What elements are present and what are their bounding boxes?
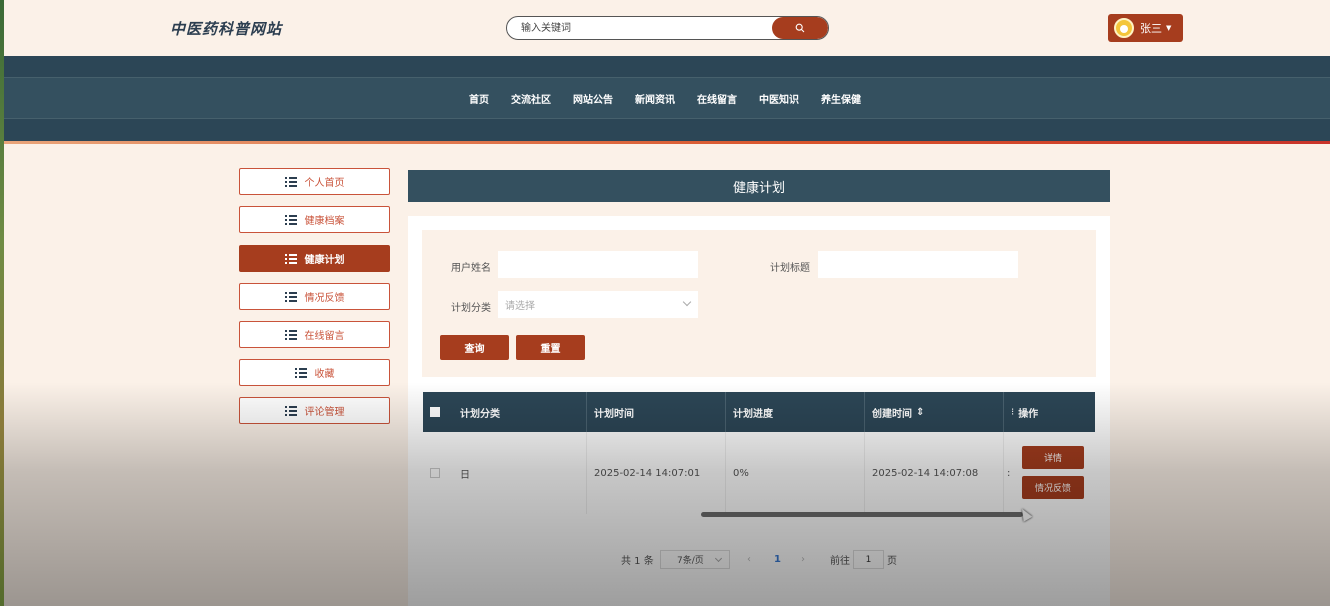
user-name-input[interactable] [498, 251, 698, 278]
row-select-cell [423, 432, 460, 514]
sidebar-item-favorites[interactable]: 收藏 [239, 359, 390, 386]
table-horizontal-scrollbar[interactable] [701, 512, 1023, 517]
table-header: 计划分类 计划时间 计划进度 创建时间 ⇕ ⁝ 操作 [423, 392, 1095, 432]
category-label: 计划分类 [451, 303, 491, 314]
page-title: 健康计划 [408, 170, 1110, 202]
list-icon [284, 406, 297, 416]
chevron-down-icon [714, 554, 723, 563]
sidebar-item-health-plan[interactable]: 健康计划 [239, 245, 390, 272]
page-size-select[interactable]: 7条/页 [660, 550, 730, 569]
plan-title-input[interactable] [818, 251, 1018, 278]
page-number-current[interactable]: 1 [774, 549, 781, 569]
site-logo[interactable]: 中医药科普网站 [170, 18, 282, 39]
search-input[interactable] [507, 17, 773, 39]
col-header-plan-time: 计划时间 [587, 392, 726, 432]
prev-page-button[interactable]: ‹ [747, 549, 751, 569]
nav-band: 首页 交流社区 网站公告 新闻资讯 在线留言 中医知识 养生保健 [0, 56, 1330, 142]
col-header-label: 计划分类 [460, 408, 500, 420]
sidebar-item-label: 在线留言 [304, 331, 345, 342]
column-resize-icon: ⁝ [1011, 406, 1015, 418]
plan-title-label: 计划标题 [770, 263, 810, 274]
cell-actions: : [1004, 432, 1095, 514]
cell-created: 2025-02-14 14:07:08 [865, 432, 1004, 514]
sidebar-item-label: 评论管理 [304, 407, 345, 418]
search-bar [506, 16, 829, 40]
next-page-button[interactable]: › [801, 549, 805, 569]
list-icon [284, 215, 297, 225]
row-checkbox[interactable] [430, 468, 440, 478]
search-button[interactable] [772, 17, 828, 39]
cell-progress: 0% [726, 432, 865, 514]
cell-plan-time: 2025-02-14 14:07:01 [587, 432, 726, 514]
sidebar-item-comments[interactable]: 评论管理 [239, 397, 390, 424]
left-edge-strip [0, 0, 4, 606]
user-name: 张三 [1140, 22, 1162, 35]
list-icon [294, 368, 307, 378]
nav-item-news[interactable]: 新闻资讯 [624, 91, 686, 106]
sidebar-item-health-records[interactable]: 健康档案 [239, 206, 390, 233]
avatar [1114, 18, 1134, 38]
nav-item-messages[interactable]: 在线留言 [686, 91, 748, 106]
pagination-total: 共 1 条 [621, 555, 654, 567]
nav-item-home[interactable]: 首页 [458, 91, 500, 106]
col-header-created[interactable]: 创建时间 ⇕ [865, 392, 1004, 432]
col-header-label: 创建时间 [872, 408, 912, 420]
category-select[interactable]: 请选择 [498, 291, 698, 318]
feedback-button[interactable]: 情况反馈 [1022, 476, 1084, 499]
nav-divider [0, 141, 1330, 144]
select-all-checkbox[interactable] [430, 407, 440, 417]
col-header-progress: 计划进度 [726, 392, 865, 432]
col-header-label: 操作 [1018, 408, 1039, 420]
user-menu-button[interactable]: 张三 ▼ [1108, 14, 1183, 42]
col-header-actions: ⁝ 操作 [1004, 392, 1095, 432]
sidebar-item-feedback[interactable]: 情况反馈 [239, 283, 390, 310]
detail-button[interactable]: 详情 [1022, 446, 1084, 469]
sidebar-item-profile[interactable]: 个人首页 [239, 168, 390, 195]
query-button[interactable]: 查询 [440, 335, 509, 360]
nav-item-community[interactable]: 交流社区 [500, 91, 562, 106]
list-icon [284, 292, 297, 302]
sort-icon[interactable]: ⇕ [916, 407, 924, 418]
sidebar-item-label: 收藏 [314, 369, 335, 380]
nav-item-announcements[interactable]: 网站公告 [562, 91, 624, 106]
top-bar: 中医药科普网站 张三 ▼ [0, 0, 1330, 56]
sidebar-item-messages[interactable]: 在线留言 [239, 321, 390, 348]
sidebar-item-label: 个人首页 [304, 178, 345, 189]
user-name-label: 用户姓名 [451, 263, 491, 274]
goto-page-input[interactable] [853, 550, 884, 569]
table-row: 日 2025-02-14 14:07:01 0% 2025-02-14 14:0… [423, 432, 1095, 514]
list-icon [284, 330, 297, 340]
page-suffix-label: 页 [887, 555, 897, 567]
sidebar-item-label: 情况反馈 [304, 293, 345, 304]
nav-item-tcm-knowledge[interactable]: 中医知识 [748, 91, 810, 106]
col-header-label: 计划进度 [733, 408, 773, 420]
goto-label: 前往 [830, 555, 850, 567]
col-header-label: 计划时间 [594, 408, 634, 420]
select-all-cell [423, 392, 460, 432]
page-size-value: 7条/页 [677, 556, 704, 566]
main-nav: 首页 交流社区 网站公告 新闻资讯 在线留言 中医知识 养生保健 [0, 77, 1330, 119]
cell-category: 日 [460, 432, 587, 514]
cell-overflow-text: : [1007, 467, 1011, 479]
list-icon [284, 177, 297, 187]
sidebar-item-label: 健康计划 [304, 255, 345, 266]
nav-item-health-care[interactable]: 养生保健 [810, 91, 872, 106]
caret-down-icon: ▼ [1166, 24, 1172, 32]
search-icon [795, 23, 805, 33]
chevron-down-icon [682, 297, 692, 307]
category-select-placeholder: 请选择 [505, 301, 535, 312]
list-icon [284, 254, 297, 264]
sidebar-item-label: 健康档案 [304, 216, 345, 227]
col-header-category: 计划分类 [460, 392, 587, 432]
reset-button[interactable]: 重置 [516, 335, 585, 360]
